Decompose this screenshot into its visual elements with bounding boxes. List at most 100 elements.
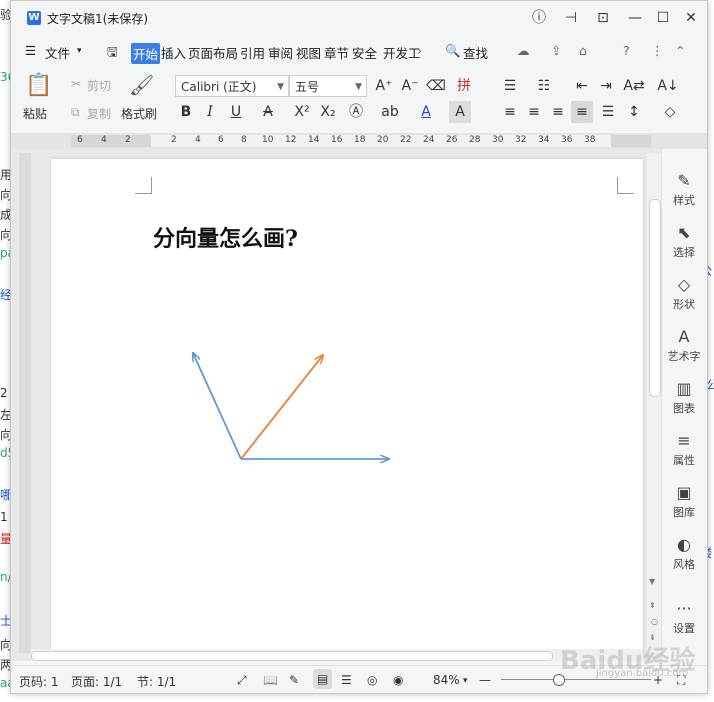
save-icon[interactable]: 🖫 xyxy=(107,43,118,64)
tab-home[interactable]: 开始 xyxy=(131,43,161,64)
copy-button[interactable]: 复制 xyxy=(87,105,111,122)
document-heading[interactable]: 分向量怎么画? xyxy=(153,221,298,253)
text-direction-icon[interactable]: A⇄ xyxy=(623,75,645,97)
layout-icon[interactable]: ⊡ xyxy=(591,7,615,29)
clear-format-icon[interactable]: ⌫ xyxy=(425,75,447,97)
paste-button[interactable]: 粘贴 xyxy=(23,105,47,122)
vertical-ruler[interactable] xyxy=(19,153,31,653)
close-button[interactable]: ✕ xyxy=(679,7,703,29)
page-count-status[interactable]: 页面: 1/1 xyxy=(71,673,122,690)
strikethrough-icon[interactable]: A xyxy=(257,101,279,123)
outline-view-icon[interactable]: ☰ xyxy=(341,673,352,687)
tab-insert[interactable]: 插入 xyxy=(161,43,186,62)
side-item-settings[interactable]: ··· 设置 xyxy=(661,599,707,636)
paragraph-shading-icon[interactable]: ◇ xyxy=(659,101,681,123)
tab-review[interactable]: 审阅 xyxy=(268,43,293,62)
select-browse-icon[interactable]: ○ xyxy=(651,617,658,626)
zoom-out-icon[interactable]: — xyxy=(479,673,491,687)
side-item-properties[interactable]: ≡ 属性 xyxy=(661,431,707,468)
text-effect-icon[interactable]: Ⓐ xyxy=(345,101,367,123)
component-vector-arrow[interactable] xyxy=(193,353,242,460)
tab-references[interactable]: 引用 xyxy=(240,43,265,62)
numbered-list-icon[interactable]: ☷ xyxy=(533,75,555,97)
section-status[interactable]: 节: 1/1 xyxy=(137,673,176,690)
char-shading-icon[interactable]: A xyxy=(449,101,471,123)
chevron-down-icon[interactable]: ▾ xyxy=(463,676,468,686)
minimize-button[interactable]: — xyxy=(623,7,647,29)
distribute-icon[interactable]: ☰ xyxy=(597,101,619,123)
highlight-icon[interactable]: ab xyxy=(379,101,401,123)
file-menu[interactable]: 文件 xyxy=(45,43,70,62)
zoom-level[interactable]: 84% xyxy=(433,673,460,687)
increase-indent-icon[interactable]: ⇥ xyxy=(595,75,617,97)
collapse-ribbon-icon[interactable]: ⌃ xyxy=(675,43,685,58)
subscript-icon[interactable]: X₂ xyxy=(317,101,339,123)
chevron-right-icon[interactable]: › xyxy=(417,43,422,58)
align-left-icon[interactable]: ≡ xyxy=(499,101,521,123)
chart-icon: ▥ xyxy=(676,379,692,398)
shrink-font-icon[interactable]: A⁻ xyxy=(399,75,421,97)
bold-button[interactable]: B xyxy=(175,101,197,123)
decrease-indent-icon[interactable]: ⇤ xyxy=(571,75,593,97)
search-label[interactable]: 查找 xyxy=(463,43,488,62)
tab-page-layout[interactable]: 页面布局 xyxy=(188,43,238,62)
copy-icon[interactable]: ⧉ xyxy=(71,105,80,120)
info-icon[interactable]: ⓘ xyxy=(527,7,551,29)
italic-button[interactable]: I xyxy=(199,101,221,123)
font-name-select[interactable]: Calibri (正文) ▼ xyxy=(175,75,289,97)
tab-section[interactable]: 章节 xyxy=(324,43,349,62)
tab-security[interactable]: 安全 xyxy=(352,43,377,62)
format-painter-icon[interactable]: 🖌 xyxy=(129,73,154,97)
paste-icon[interactable]: 📋 xyxy=(25,73,52,98)
vector-diagram[interactable] xyxy=(171,331,411,471)
line-spacing-icon[interactable]: ↕ xyxy=(623,101,645,123)
scroll-down-icon[interactable]: ▼ xyxy=(649,577,655,586)
side-item-style-theme[interactable]: ◐ 风格 xyxy=(661,535,707,572)
more-icon[interactable]: ⋮ xyxy=(651,43,664,58)
font-color-icon[interactable]: A xyxy=(415,101,437,123)
zoom-slider[interactable] xyxy=(501,679,651,680)
side-item-styles[interactable]: ✎ 样式 xyxy=(661,171,707,208)
resultant-vector-arrow[interactable] xyxy=(240,355,323,460)
side-item-chart[interactable]: ▥ 图表 xyxy=(661,379,707,416)
page-view-icon[interactable]: ▤ xyxy=(313,669,333,689)
prev-page-icon[interactable]: ⇞ xyxy=(649,601,656,610)
side-item-shapes[interactable]: ◇ 形状 xyxy=(661,275,707,312)
side-item-select[interactable]: ⬉ 选择 xyxy=(661,223,707,260)
tab-view[interactable]: 视图 xyxy=(296,43,321,62)
font-size-select[interactable]: 五号 ▼ xyxy=(289,75,367,97)
scissors-icon[interactable]: ✂ xyxy=(71,77,81,91)
vertical-scroll-thumb[interactable] xyxy=(649,199,661,397)
phonetic-icon[interactable]: 拼 xyxy=(453,75,475,97)
justify-icon[interactable]: ≡ xyxy=(571,101,593,123)
sort-icon[interactable]: A↓ xyxy=(657,75,679,97)
pen-icon[interactable]: ✎ xyxy=(289,673,299,687)
search-icon[interactable]: 🔍 xyxy=(445,43,461,59)
align-center-icon[interactable]: ≡ xyxy=(523,101,545,123)
align-right-icon[interactable]: ≡ xyxy=(547,101,569,123)
reading-mode-icon[interactable]: 📖 xyxy=(263,673,278,687)
cut-button[interactable]: 剪切 xyxy=(87,77,111,94)
bullet-list-icon[interactable]: ☰ xyxy=(499,75,521,97)
cloud-icon[interactable]: ☁ xyxy=(517,43,530,58)
chevron-down-icon[interactable]: ▾ xyxy=(77,46,82,56)
grow-font-icon[interactable]: A⁺ xyxy=(373,75,395,97)
horizontal-ruler[interactable]: 6 4 2 2 4 6 8 10 12 14 16 18 20 22 24 26… xyxy=(11,133,707,149)
underline-button[interactable]: U xyxy=(225,101,247,123)
horizontal-scroll-thumb[interactable] xyxy=(31,651,553,661)
pin-icon[interactable]: ⊣ xyxy=(559,7,583,29)
help-icon[interactable]: ? xyxy=(623,43,630,58)
eye-protection-icon[interactable]: ◉ xyxy=(393,673,403,687)
tab-developer[interactable]: 开发工 xyxy=(383,43,421,62)
menu-icon[interactable]: ☰ xyxy=(25,43,36,58)
format-painter-button[interactable]: 格式刷 xyxy=(121,105,157,122)
side-item-gallery[interactable]: ▣ 图库 xyxy=(661,483,707,520)
side-item-wordart[interactable]: A 艺术字 xyxy=(661,327,707,364)
share-icon[interactable]: ⇪ xyxy=(551,43,561,58)
history-icon[interactable]: ⌂ xyxy=(579,43,587,58)
web-view-icon[interactable]: ◎ xyxy=(367,673,377,687)
superscript-icon[interactable]: X² xyxy=(291,101,313,123)
maximize-button[interactable]: ☐ xyxy=(651,7,675,29)
fullscreen-icon[interactable]: ⤢ xyxy=(237,673,247,688)
page-number-status[interactable]: 页码: 1 xyxy=(19,673,59,690)
